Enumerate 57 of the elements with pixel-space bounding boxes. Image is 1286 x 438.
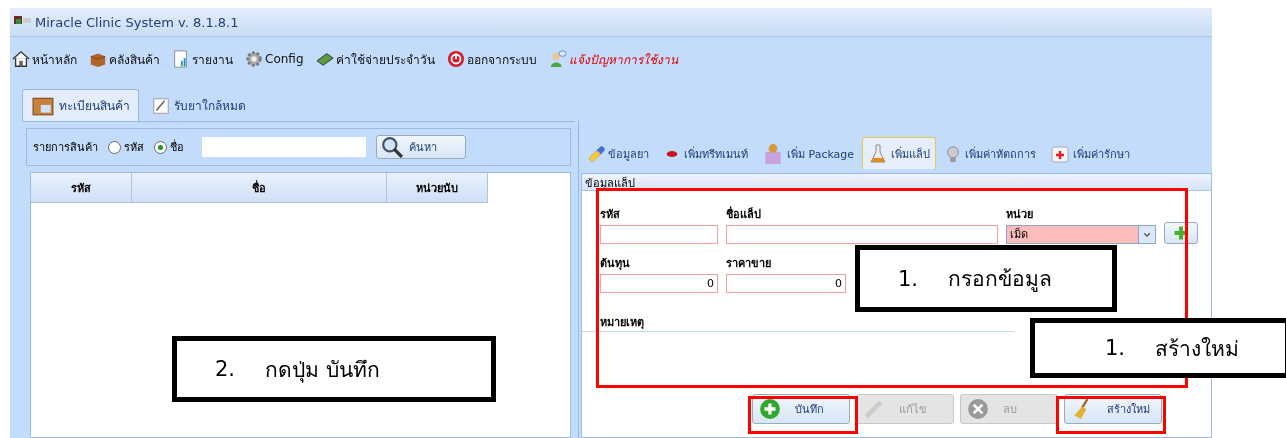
pen-icon bbox=[152, 96, 170, 115]
money-icon bbox=[315, 50, 334, 68]
column-header[interactable]: รหัส bbox=[31, 173, 132, 203]
report-icon bbox=[172, 50, 190, 68]
callout-number: 1. bbox=[1105, 336, 1126, 360]
toolbar-item[interactable]: ออกจากระบบ bbox=[446, 49, 537, 69]
report-problem-link[interactable]: แจ้งปัญหาการใช้งาน bbox=[548, 49, 678, 69]
search-icon bbox=[381, 136, 403, 158]
window-title: Miracle Clinic System v. 8.1.8.1 bbox=[35, 14, 239, 30]
pencil-icon bbox=[863, 398, 885, 420]
field-label: หน่วย bbox=[1006, 207, 1034, 219]
tab[interactable]: เพิ่มทรีทเมนท์ bbox=[657, 137, 754, 169]
callout-text: กรอกข้อมูล bbox=[948, 266, 1053, 294]
input-field[interactable]: 0 bbox=[726, 274, 846, 293]
unit-dropdown[interactable]: เม็ด bbox=[1006, 225, 1156, 244]
tab[interactable]: เพิ่มค่าหัตถการ bbox=[938, 137, 1043, 169]
house-icon bbox=[12, 50, 30, 68]
power-icon bbox=[446, 50, 465, 68]
pill-icon bbox=[589, 145, 605, 162]
delete-icon bbox=[967, 398, 989, 420]
tab[interactable]: เพิ่ม Package bbox=[756, 137, 861, 169]
gear-icon bbox=[245, 50, 263, 68]
field-label: ราคาขาย bbox=[726, 256, 772, 268]
search-label: รายการสินค้า bbox=[33, 140, 98, 156]
tab[interactable]: รับยาใกล้หมด bbox=[143, 89, 255, 121]
callout-number: 1. bbox=[898, 266, 919, 291]
input-field[interactable] bbox=[726, 225, 998, 244]
input-field[interactable]: 0 bbox=[600, 274, 718, 293]
input-field[interactable] bbox=[600, 225, 718, 244]
column-header[interactable]: ชื่อ bbox=[132, 173, 387, 203]
radio-option[interactable]: ชื่อ bbox=[154, 138, 184, 156]
field-label: รหัส bbox=[600, 207, 621, 219]
tab[interactable]: ทะเบียนสินค้า bbox=[22, 89, 139, 121]
flask-icon bbox=[868, 142, 889, 165]
medical-kit-icon bbox=[1050, 143, 1071, 164]
field-label: ชื่อแล็ป bbox=[726, 205, 762, 219]
tab[interactable]: เพิ่มค่ารักษา bbox=[1044, 137, 1137, 169]
plus-icon bbox=[759, 398, 781, 420]
column-header[interactable]: หน่วยนับ bbox=[387, 173, 488, 203]
toolbar-item[interactable]: หน้าหลัก bbox=[12, 49, 77, 69]
field-label: ต้นทุน bbox=[600, 256, 631, 268]
radio-option[interactable]: รหัส bbox=[108, 138, 144, 156]
tab[interactable]: เพิ่มแล็ป bbox=[862, 137, 937, 169]
user-icon bbox=[548, 50, 567, 68]
search-button[interactable]: ค้นหา bbox=[376, 135, 466, 159]
field-label: หมายเหตุ bbox=[600, 315, 645, 327]
callout-text: กดปุ่ม บันทึก bbox=[265, 356, 380, 385]
tab[interactable]: ข้อมูลยา bbox=[583, 137, 655, 169]
callout-text: สร้างใหม่ bbox=[1155, 335, 1240, 363]
search-field[interactable] bbox=[202, 137, 366, 157]
callout-number: 2. bbox=[215, 357, 236, 381]
caret-icon bbox=[1142, 230, 1152, 239]
toolbar-item[interactable]: คลังสินค้า bbox=[89, 49, 160, 69]
toolbar-item[interactable]: Config bbox=[245, 50, 304, 68]
toolbar-item[interactable]: รายงาน bbox=[172, 49, 233, 69]
add-unit-button[interactable] bbox=[1164, 222, 1198, 244]
toolbar-item[interactable]: ค่าใช้จ่ายประจำวัน bbox=[315, 49, 435, 69]
